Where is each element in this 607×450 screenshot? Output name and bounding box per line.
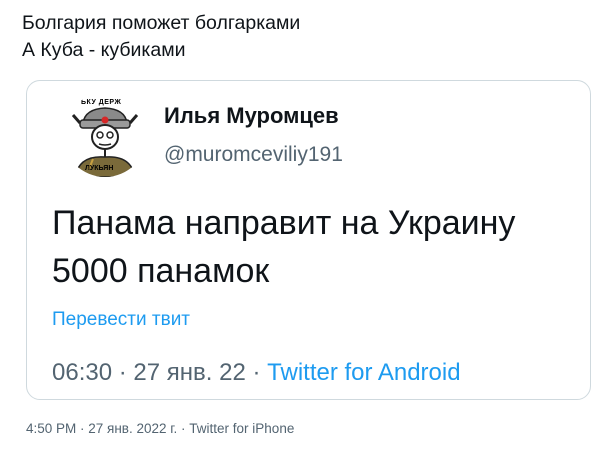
meta-separator: ·: [118, 359, 127, 386]
quoted-tweet-card[interactable]: ЬКУ ДЕРЖ ЛУКЬЯН Илья Муромцев @muromcevi…: [26, 80, 591, 400]
quoted-date[interactable]: 27 янв. 22: [133, 359, 245, 386]
quoted-body-line-1: Панама направит на Украину: [52, 204, 516, 242]
translate-tweet-link[interactable]: Перевести твит: [52, 309, 190, 331]
quoted-source-link[interactable]: Twitter for Android: [267, 359, 460, 386]
tweet-text: Болгария поможет болгарками А Куба - куб…: [22, 10, 300, 64]
avatar[interactable]: ЬКУ ДЕРЖ ЛУКЬЯН: [63, 93, 147, 177]
tweet-text-line-1: Болгария поможет болгарками: [22, 12, 301, 34]
quoted-tweet-body: Панама направит на Украину 5000 панамок: [52, 199, 515, 295]
quoted-body-line-2: 5000 панамок: [52, 252, 270, 290]
avatar-label-top: ЬКУ ДЕРЖ: [81, 99, 122, 106]
author-name[interactable]: Илья Муромцев: [164, 103, 339, 129]
meta-separator: ·: [252, 359, 261, 386]
tweet-text-line-2: А Куба - кубиками: [22, 39, 186, 61]
tweet-timestamp[interactable]: 4:50 PM · 27 янв. 2022 г. · Twitter for …: [26, 421, 294, 436]
avatar-label-bottom: ЛУКЬЯН: [85, 165, 114, 172]
author-handle[interactable]: @muromceviliy191: [164, 143, 343, 167]
quoted-time[interactable]: 06:30: [52, 359, 112, 386]
quoted-tweet-meta: 06:30 · 27 янв. 22 · Twitter for Android: [52, 359, 461, 387]
